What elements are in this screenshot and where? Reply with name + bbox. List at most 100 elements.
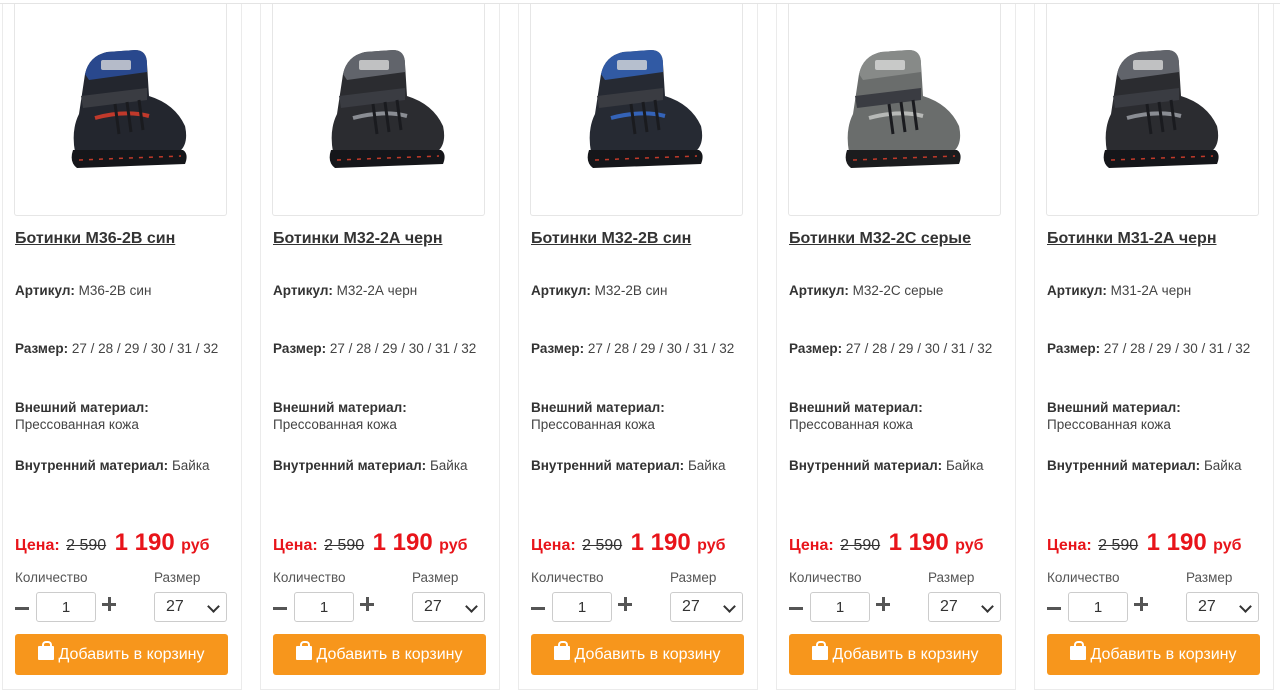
size-label: Размер: [1047, 341, 1101, 356]
size-select[interactable]: 27 [1186, 592, 1259, 622]
new-price: 1 190 [372, 529, 433, 556]
chevron-down-icon [465, 600, 478, 613]
sizes-value: 27 / 28 / 29 / 30 / 31 / 32 [71, 341, 219, 356]
currency: руб [1213, 537, 1242, 554]
price-block: Цена: 2 590 1 190 руб [273, 529, 467, 557]
quantity-decrease-button[interactable] [1047, 601, 1061, 615]
inner-material-label: Внутренний материал: [1047, 458, 1201, 473]
size-select-value: 27 [424, 598, 442, 615]
old-price: 2 590 [582, 537, 623, 554]
product-sizes: Размер: 27 / 28 / 29 / 30 / 31 / 32 [273, 340, 491, 357]
size-select[interactable]: 27 [928, 592, 1001, 622]
chevron-down-icon [207, 600, 220, 613]
quantity-increase-button[interactable] [876, 597, 890, 611]
size-label: Размер: [531, 341, 585, 356]
sizes-value: 27 / 28 / 29 / 30 / 31 / 32 [845, 341, 993, 356]
product-image[interactable] [788, 4, 1001, 216]
product-card: Ботинки М32-2А черн Артикул: М32-2А черн… [260, 4, 500, 690]
size-select-label: Размер [412, 570, 459, 585]
size-select[interactable]: 27 [154, 592, 227, 622]
product-title-link[interactable]: Ботинки М32-2В син [531, 230, 691, 248]
quantity-input[interactable] [36, 592, 96, 622]
inner-material-label: Внутренний материал: [273, 458, 427, 473]
product-outer-material: Внешний материал: Прессованная кожа [15, 399, 233, 433]
boot-blue-icon [587, 50, 703, 168]
quantity-input[interactable] [810, 592, 870, 622]
outer-material-value: Прессованная кожа [273, 417, 397, 432]
currency: руб [439, 537, 468, 554]
size-label: Размер: [789, 341, 843, 356]
article-value: М32-2В син [594, 283, 668, 298]
outer-material-label: Внешний материал: [1047, 400, 1181, 415]
add-to-cart-button[interactable]: Добавить в корзину [789, 634, 1002, 675]
quantity-input[interactable] [552, 592, 612, 622]
add-to-cart-label: Добавить в корзину [832, 646, 979, 663]
product-card: Ботинки М36-2В син Артикул: М36-2В син Р… [2, 4, 242, 690]
price-label: Цена: [273, 537, 318, 554]
product-grid: Ботинки М36-2В син Артикул: М36-2В син Р… [2, 4, 1278, 692]
shopping-bag-icon [38, 641, 55, 660]
currency: руб [697, 537, 726, 554]
product-image[interactable] [1046, 4, 1259, 216]
quantity-decrease-button[interactable] [273, 601, 287, 615]
product-title-link[interactable]: Ботинки М31-2А черн [1047, 230, 1216, 248]
outer-material-value: Прессованная кожа [1047, 417, 1171, 432]
article-value: М32-2А черн [336, 283, 418, 298]
quantity-input[interactable] [294, 592, 354, 622]
article-value: М36-2В син [78, 283, 152, 298]
old-price: 2 590 [1098, 537, 1139, 554]
shopping-bag-icon [296, 641, 313, 660]
currency: руб [181, 537, 210, 554]
product-outer-material: Внешний материал: Прессованная кожа [789, 399, 1007, 433]
product-article: Артикул: М36-2В син [15, 282, 233, 299]
inner-material-label: Внутренний материал: [789, 458, 943, 473]
add-to-cart-button[interactable]: Добавить в корзину [15, 634, 228, 675]
price-block: Цена: 2 590 1 190 руб [1047, 529, 1241, 557]
quantity-increase-button[interactable] [618, 597, 632, 611]
inner-material-value: Байка [1203, 458, 1242, 473]
product-card: Ботинки М32-2В син Артикул: М32-2В син Р… [518, 4, 758, 690]
article-value: М31-2А черн [1110, 283, 1192, 298]
inner-material-value: Байка [429, 458, 468, 473]
product-image[interactable] [14, 4, 227, 216]
article-label: Артикул: [789, 283, 849, 298]
product-article: Артикул: М31-2А черн [1047, 282, 1265, 299]
product-image[interactable] [272, 4, 485, 216]
product-outer-material: Внешний материал: Прессованная кожа [273, 399, 491, 433]
price-label: Цена: [789, 537, 834, 554]
size-select-label: Размер [928, 570, 975, 585]
article-label: Артикул: [273, 283, 333, 298]
quantity-label: Количество [531, 570, 604, 585]
size-select[interactable]: 27 [670, 592, 743, 622]
product-outer-material: Внешний материал: Прессованная кожа [1047, 399, 1265, 433]
product-title-link[interactable]: Ботинки М32-2А черн [273, 230, 442, 248]
quantity-label: Количество [789, 570, 862, 585]
outer-material-value: Прессованная кожа [531, 417, 655, 432]
boot-black-icon [1103, 50, 1219, 168]
quantity-decrease-button[interactable] [531, 601, 545, 615]
product-image[interactable] [530, 4, 743, 216]
outer-material-label: Внешний материал: [789, 400, 923, 415]
inner-material-label: Внутренний материал: [531, 458, 685, 473]
quantity-decrease-button[interactable] [15, 601, 29, 615]
product-article: Артикул: М32-2В син [531, 282, 749, 299]
quantity-increase-button[interactable] [102, 597, 116, 611]
add-to-cart-button[interactable]: Добавить в корзину [1047, 634, 1260, 675]
product-title-link[interactable]: Ботинки М36-2В син [15, 230, 175, 248]
product-title-link[interactable]: Ботинки М32-2С серые [789, 230, 971, 248]
quantity-increase-button[interactable] [360, 597, 374, 611]
shopping-bag-icon [1070, 641, 1087, 660]
size-select[interactable]: 27 [412, 592, 485, 622]
article-label: Артикул: [1047, 283, 1107, 298]
quantity-decrease-button[interactable] [789, 601, 803, 615]
add-to-cart-button[interactable]: Добавить в корзину [531, 634, 744, 675]
product-outer-material: Внешний материал: Прессованная кожа [531, 399, 749, 433]
new-price: 1 190 [1146, 529, 1207, 556]
inner-material-value: Байка [687, 458, 726, 473]
price-label: Цена: [1047, 537, 1092, 554]
quantity-increase-button[interactable] [1134, 597, 1148, 611]
add-to-cart-label: Добавить в корзину [58, 646, 205, 663]
quantity-input[interactable] [1068, 592, 1128, 622]
add-to-cart-button[interactable]: Добавить в корзину [273, 634, 486, 675]
product-inner-material: Внутренний материал: Байка [15, 457, 233, 474]
